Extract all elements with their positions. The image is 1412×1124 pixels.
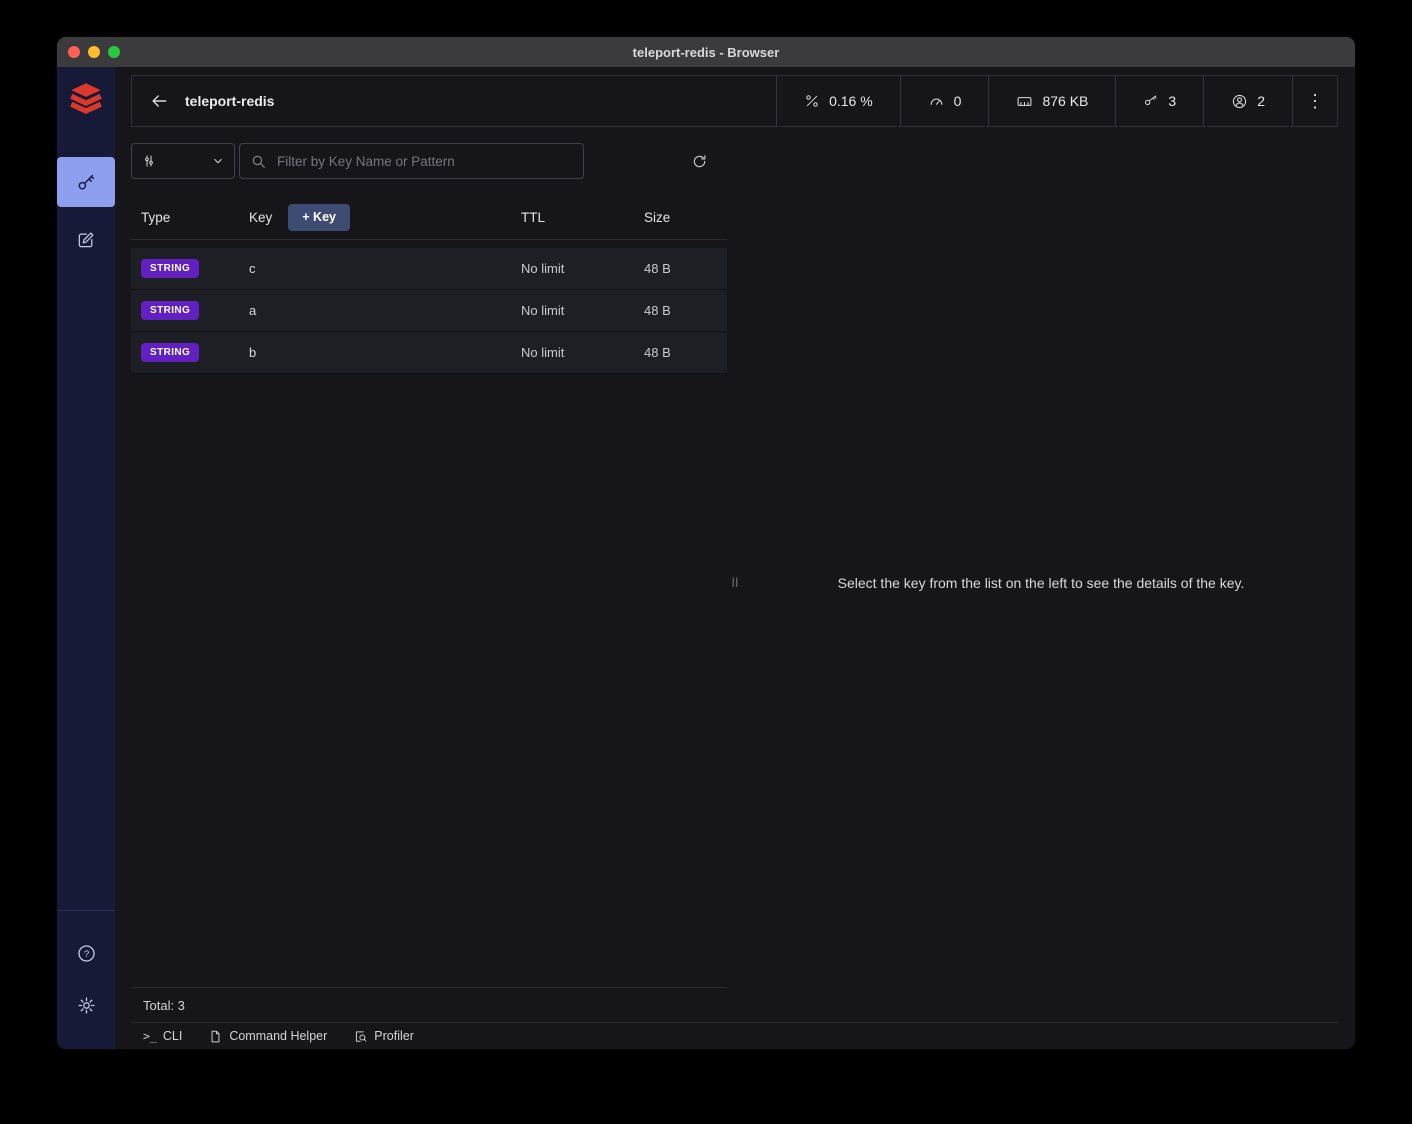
stat-memory: 876 KB	[988, 76, 1115, 126]
stat-keys: 3	[1115, 76, 1203, 126]
column-key: Key	[249, 210, 272, 225]
traffic-lights	[68, 37, 120, 67]
sidebar: ?	[57, 67, 115, 1049]
overflow-menu-button[interactable]: ⋮	[1292, 76, 1337, 126]
empty-state-message: Select the key from the list on the left…	[838, 575, 1245, 591]
back-button[interactable]	[146, 88, 172, 114]
cli-tab[interactable]: >_ CLI	[143, 1029, 182, 1043]
add-key-button[interactable]: + Key	[288, 204, 350, 231]
gear-icon	[76, 995, 97, 1016]
key-type-badge: STRING	[141, 343, 199, 362]
command-helper-tab[interactable]: Command Helper	[208, 1029, 327, 1044]
key-name: a	[249, 303, 521, 318]
database-name: teleport-redis	[185, 93, 274, 109]
key-type-badge: STRING	[141, 259, 199, 278]
key-name: b	[249, 345, 521, 360]
keys-total: Total: 3	[131, 987, 727, 1022]
stat-cpu-value: 0.16 %	[829, 93, 873, 109]
cpu-usage-icon	[804, 93, 820, 109]
stat-commands: 0	[900, 76, 989, 126]
keys-list: STRING c No limit 48 B STRING a No limit…	[131, 240, 727, 987]
key-size: 48 B	[644, 303, 727, 318]
help-icon: ?	[76, 943, 97, 964]
key-size: 48 B	[644, 345, 727, 360]
stat-cpu: 0.16 %	[776, 76, 900, 126]
edit-icon	[76, 230, 96, 250]
command-helper-label: Command Helper	[229, 1029, 327, 1043]
column-ttl: TTL	[521, 210, 644, 225]
window-title: teleport-redis - Browser	[57, 45, 1355, 60]
stat-memory-value: 876 KB	[1042, 93, 1088, 109]
help-button[interactable]: ?	[57, 935, 115, 971]
key-search-input[interactable]	[275, 153, 573, 170]
key-details-panel: Select the key from the list on the left…	[744, 143, 1338, 1022]
profiler-tab[interactable]: Profiler	[353, 1029, 414, 1044]
search-box	[239, 143, 584, 179]
app-window: teleport-redis - Browser	[57, 37, 1355, 1049]
stat-commands-value: 0	[954, 93, 962, 109]
key-name: c	[249, 261, 521, 276]
user-icon	[1231, 93, 1248, 110]
key-ttl: No limit	[521, 261, 644, 276]
filter-row	[131, 143, 727, 179]
key-row[interactable]: STRING a No limit 48 B	[131, 290, 727, 332]
profiler-label: Profiler	[374, 1029, 414, 1043]
key-type-badge: STRING	[141, 301, 199, 320]
titlebar: teleport-redis - Browser	[57, 37, 1355, 67]
keys-count-icon	[1143, 93, 1159, 109]
keys-table-header: Type Key + Key TTL Size	[131, 195, 727, 240]
keys-panel: Type Key + Key TTL Size STRING c No limi…	[131, 143, 727, 1022]
settings-button[interactable]	[57, 987, 115, 1023]
key-ttl: No limit	[521, 303, 644, 318]
keys-total-label: Total: 3	[143, 998, 185, 1013]
svg-text:?: ?	[83, 948, 88, 959]
search-icon	[250, 153, 267, 170]
key-type-filter-dropdown[interactable]	[131, 143, 235, 179]
minimize-button[interactable]	[88, 46, 100, 58]
back-arrow-icon	[149, 91, 169, 111]
main-area: teleport-redis 0.16 %	[115, 67, 1355, 1049]
resize-grip-icon: ||	[732, 577, 739, 588]
refresh-icon	[691, 153, 708, 170]
key-size: 48 B	[644, 261, 727, 276]
column-type: Type	[141, 210, 249, 225]
stat-clients-value: 2	[1257, 93, 1265, 109]
close-button[interactable]	[68, 46, 80, 58]
column-size: Size	[644, 210, 727, 225]
stat-keys-value: 3	[1168, 93, 1176, 109]
bottom-toolbar: >_ CLI Command Helper	[131, 1022, 1338, 1049]
sidebar-bottom: ?	[57, 910, 115, 1049]
sidebar-nav	[57, 157, 115, 265]
database-header: teleport-redis 0.16 %	[131, 75, 1338, 127]
refresh-button[interactable]	[683, 145, 715, 177]
key-icon	[75, 171, 97, 193]
database-title-box: teleport-redis	[132, 76, 776, 126]
sidebar-item-workbench[interactable]	[57, 215, 115, 265]
chevron-down-icon	[211, 154, 225, 168]
document-icon	[208, 1029, 223, 1044]
key-row[interactable]: STRING c No limit 48 B	[131, 248, 727, 290]
panel-resize-handle[interactable]: ||	[727, 143, 744, 1022]
key-ttl: No limit	[521, 345, 644, 360]
zoom-button[interactable]	[108, 46, 120, 58]
memory-icon	[1016, 93, 1033, 110]
sidebar-item-browser[interactable]	[57, 157, 115, 207]
profiler-icon	[353, 1029, 368, 1044]
cli-prompt-icon: >_	[143, 1029, 157, 1043]
redis-logo	[57, 67, 115, 143]
key-row[interactable]: STRING b No limit 48 B	[131, 332, 727, 374]
gauge-icon	[928, 93, 945, 110]
cli-label: CLI	[163, 1029, 182, 1043]
stat-clients: 2	[1203, 76, 1292, 126]
filter-sliders-icon	[141, 153, 157, 169]
kebab-icon: ⋮	[1306, 92, 1324, 110]
